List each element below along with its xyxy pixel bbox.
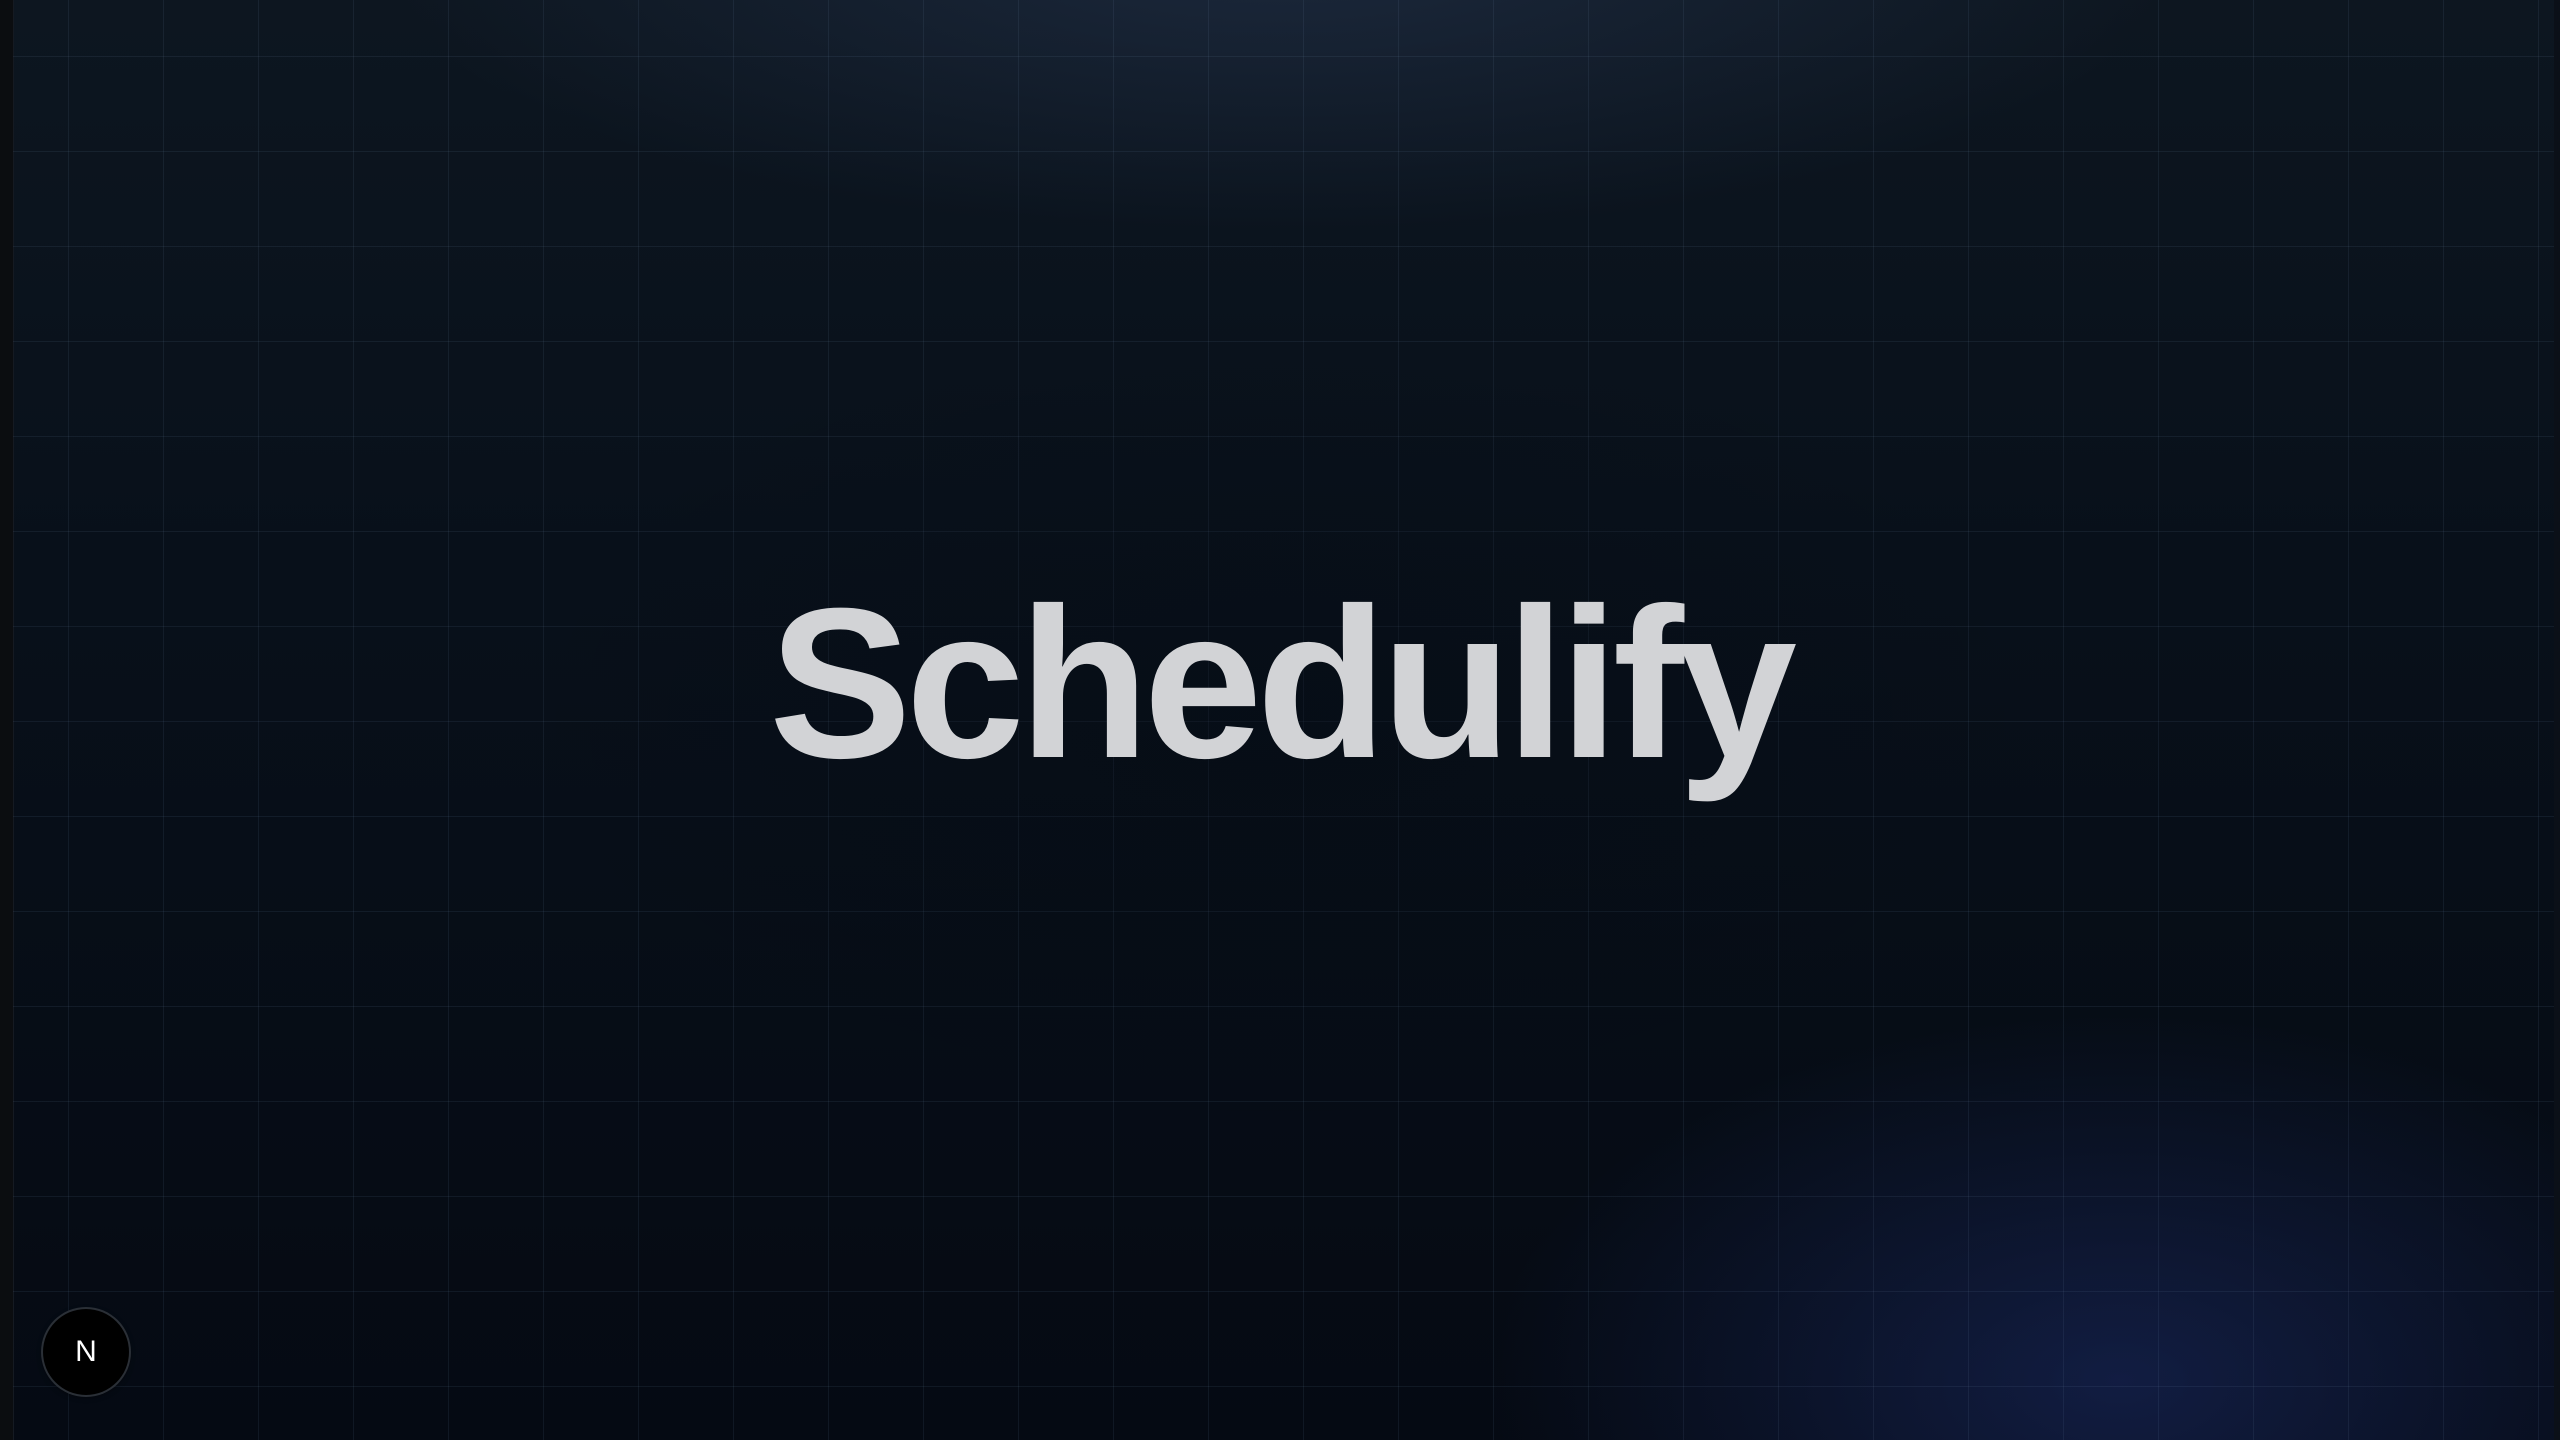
nextjs-logo-icon: N [75,1335,97,1368]
nextjs-logo-letter: N [75,1335,97,1368]
app-window: Schedulify N [0,0,2560,1440]
nextjs-dev-indicator-button[interactable]: N [43,1309,129,1395]
app-title: Schedulify [768,564,1797,803]
